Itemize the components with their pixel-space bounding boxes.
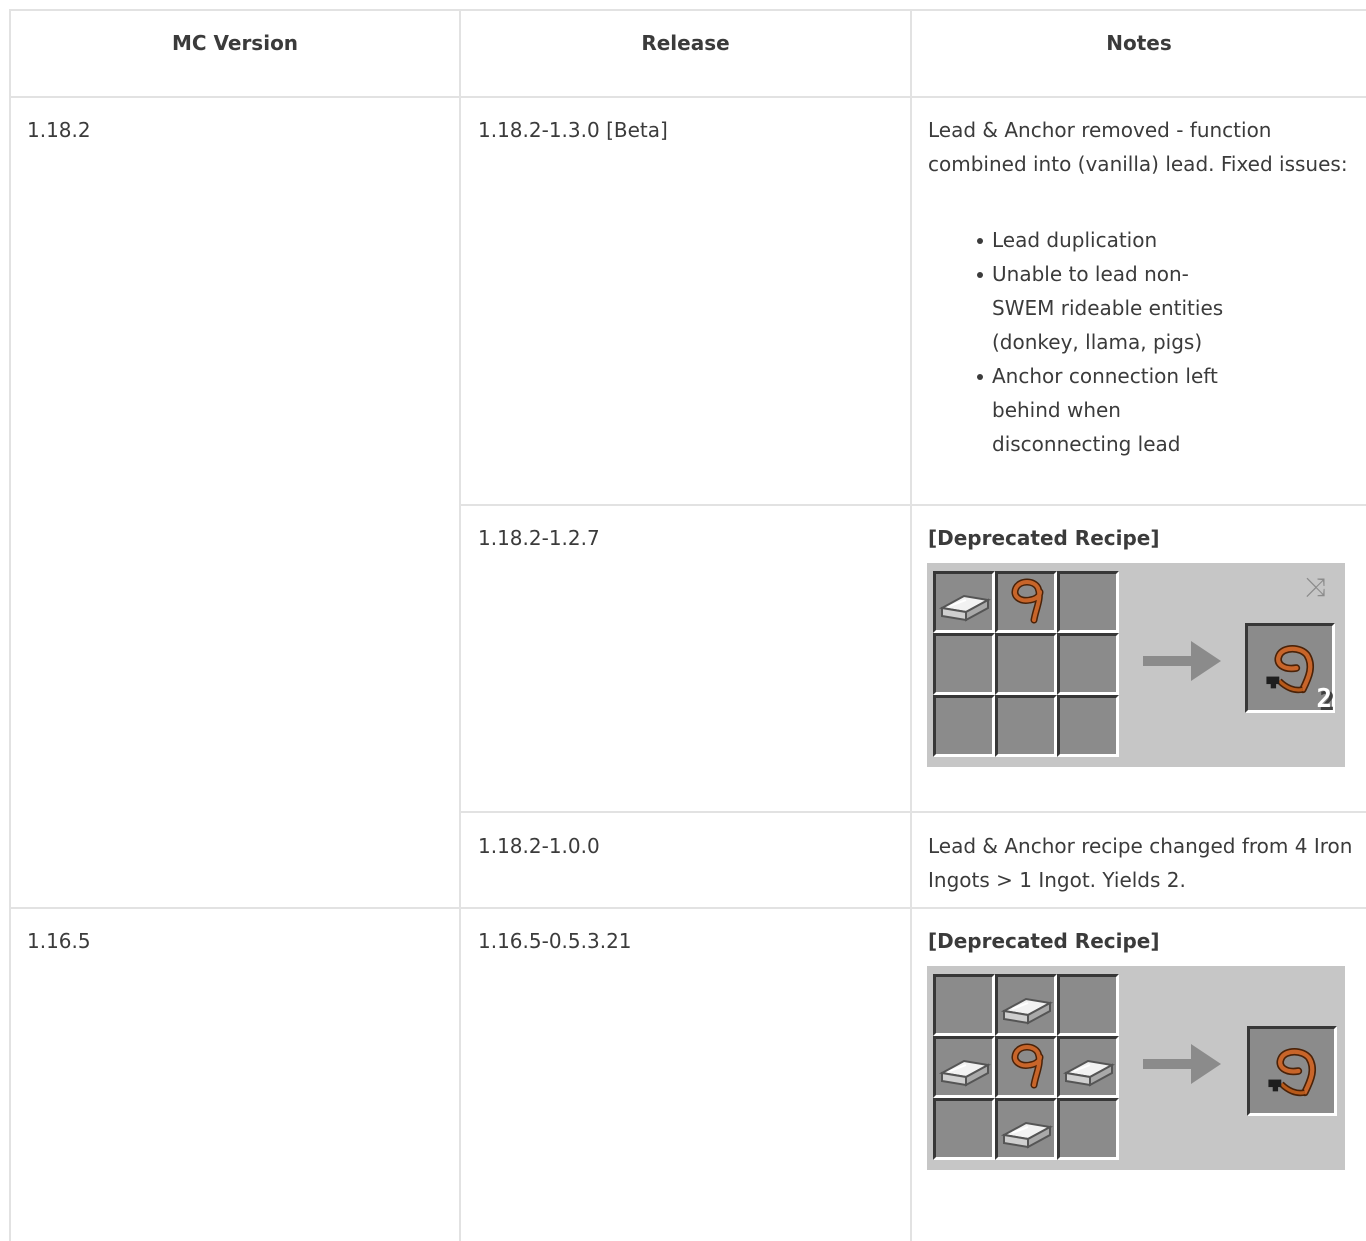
crafting-slot — [995, 1098, 1057, 1160]
result-slot: 2 — [1245, 623, 1335, 713]
crafting-slot — [1057, 633, 1119, 695]
row-divider — [461, 811, 1366, 813]
mc-version-cell: 1.16.5 — [27, 929, 91, 953]
iron-ingot-icon — [941, 595, 989, 621]
crafting-slot — [933, 974, 995, 1036]
lead-icon — [998, 1039, 1054, 1095]
result-slot — [1247, 1026, 1337, 1116]
crafting-slot — [995, 695, 1057, 757]
iron-ingot-icon — [941, 1060, 989, 1086]
iron-ingot-icon — [1003, 998, 1051, 1024]
deprecated-recipe-heading: [Deprecated Recipe] — [928, 526, 1160, 550]
notes-text: Lead & Anchor removed - function combine… — [928, 118, 1348, 176]
header-release: Release — [641, 31, 730, 55]
crafting-slot — [995, 974, 1057, 1036]
crafting-slot — [995, 1036, 1057, 1098]
release-cell: 1.18.2-1.2.7 — [478, 526, 600, 550]
column-divider — [459, 11, 461, 1241]
release-cell: 1.16.5-0.5.3.21 — [478, 929, 632, 953]
row-divider — [11, 907, 1366, 909]
list-item: Unable to lead non-SWEM rideable entitie… — [977, 257, 1232, 359]
deprecated-recipe-heading: [Deprecated Recipe] — [928, 929, 1160, 953]
crafting-slot — [1057, 695, 1119, 757]
crafting-slot — [933, 695, 995, 757]
lead-anchor-icon — [1262, 1041, 1322, 1101]
crafting-slot — [933, 1036, 995, 1098]
crafting-slot — [1057, 1036, 1119, 1098]
lead-anchor-icon — [1260, 638, 1320, 698]
header-mc-version: MC Version — [171, 31, 299, 55]
changelog-table: MC Version Release Notes 1.18.2 1.18.2-1… — [9, 9, 1366, 1241]
row-divider — [461, 504, 1366, 506]
mc-version-cell: 1.18.2 — [27, 118, 91, 142]
lead-icon — [998, 574, 1054, 630]
crafting-slot — [933, 1098, 995, 1160]
iron-ingot-icon — [1065, 1060, 1113, 1086]
result-count: 2 — [1316, 684, 1332, 714]
crafting-slot — [933, 571, 995, 633]
crafting-recipe — [927, 966, 1345, 1170]
crafting-slot — [1057, 1098, 1119, 1160]
iron-ingot-icon — [1003, 1122, 1051, 1148]
list-item: Anchor connection left behind when disco… — [977, 359, 1252, 461]
crafting-slot — [1057, 974, 1119, 1036]
crafting-slot — [1057, 571, 1119, 633]
arrow-right-icon — [1143, 641, 1221, 681]
shuffle-icon: ⤨ — [1305, 573, 1326, 603]
release-cell: 1.18.2-1.0.0 — [478, 834, 600, 858]
crafting-slot — [933, 633, 995, 695]
header-notes: Notes — [1106, 31, 1172, 55]
crafting-slot — [995, 633, 1057, 695]
column-divider — [910, 11, 912, 1241]
row-divider — [11, 96, 1366, 98]
arrow-right-icon — [1143, 1044, 1221, 1084]
notes-text: Lead & Anchor recipe changed from 4 Iron… — [928, 834, 1353, 892]
crafting-slot — [995, 571, 1057, 633]
list-item: Lead duplication — [977, 223, 1272, 257]
release-cell: 1.18.2-1.3.0 [Beta] — [478, 118, 668, 142]
fixed-issues-list: Lead duplication Unable to lead non-SWEM… — [977, 223, 1272, 461]
crafting-recipe: 2 ⤨ — [927, 563, 1345, 767]
